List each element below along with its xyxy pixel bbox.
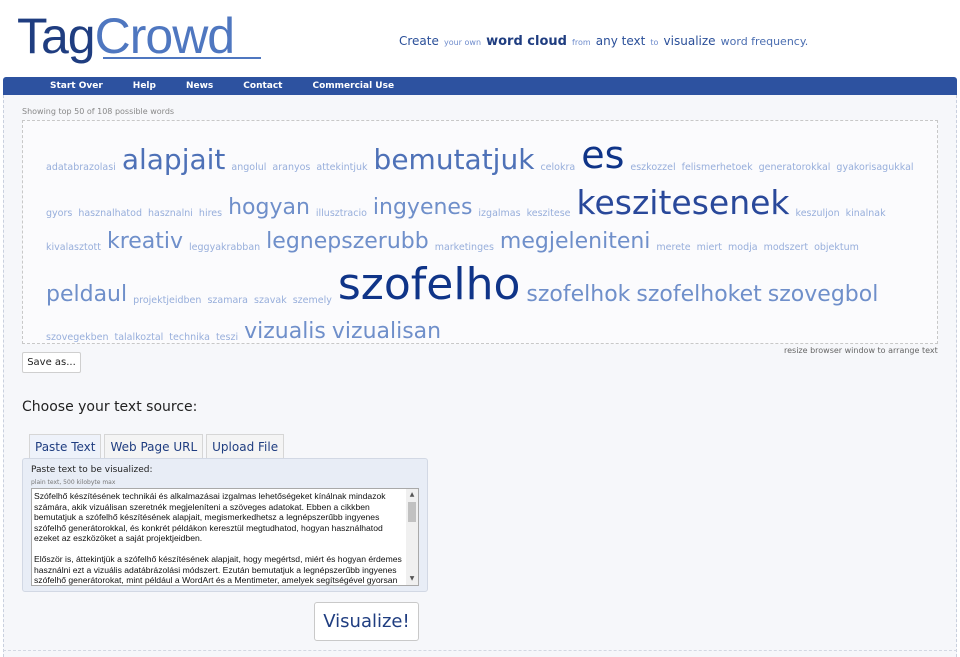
nav-news[interactable]: News bbox=[186, 81, 213, 91]
cloud-word[interactable]: felismerhetoek bbox=[682, 163, 753, 173]
cloud-word[interactable]: miert bbox=[697, 243, 722, 253]
textarea-scrollbar[interactable]: ▲ ▼ bbox=[406, 489, 418, 585]
source-tabs: Paste Text Web Page URL Upload File bbox=[29, 434, 287, 459]
tagline-word: visualize bbox=[663, 34, 716, 48]
tagline-word: word cloud bbox=[486, 34, 567, 49]
cloud-word[interactable]: generatorokkal bbox=[759, 163, 831, 173]
logo-crowd-text: Crowd bbox=[94, 8, 235, 64]
cloud-word[interactable]: attekintjuk bbox=[316, 163, 367, 173]
cloud-word[interactable]: szovegbol bbox=[768, 284, 879, 306]
tagline-word: to bbox=[650, 38, 659, 47]
cloud-word[interactable]: talalkoztal bbox=[115, 333, 164, 343]
cloud-word[interactable]: aranyos bbox=[272, 163, 310, 173]
paste-label: Paste text to be visualized: bbox=[31, 465, 153, 475]
cloud-word[interactable]: izgalmas bbox=[478, 209, 520, 219]
cloud-word[interactable]: gyakorisagukkal bbox=[836, 163, 913, 173]
tagline-word: any text bbox=[595, 34, 646, 48]
cloud-word[interactable]: illusztracio bbox=[316, 209, 367, 219]
cloud-word[interactable]: keszitesenek bbox=[577, 186, 790, 219]
cloud-word[interactable]: alapjait bbox=[122, 145, 226, 174]
tagline: Create your own word cloud from any text… bbox=[399, 30, 808, 49]
cloud-word[interactable]: keszitese bbox=[527, 209, 571, 219]
cloud-word[interactable]: leggyakrabban bbox=[189, 243, 260, 253]
cloud-word[interactable]: teszi bbox=[216, 333, 238, 343]
cloud-word[interactable]: kinalnak bbox=[846, 209, 886, 219]
logo-tag-text: Tag bbox=[17, 8, 96, 64]
cloud-word[interactable]: szofelhoket bbox=[636, 284, 761, 306]
cloud-word[interactable]: bemutatjuk bbox=[374, 145, 535, 174]
save-as-button[interactable]: Save as... bbox=[22, 352, 81, 373]
nav-contact[interactable]: Contact bbox=[243, 81, 282, 91]
cloud-word[interactable]: vizualisan bbox=[332, 320, 441, 343]
cloud-word[interactable]: es bbox=[581, 136, 624, 174]
cloud-word[interactable]: szovegekben bbox=[46, 333, 109, 343]
tab-upload-file[interactable]: Upload File bbox=[206, 434, 285, 459]
cloud-word[interactable]: adatabrazolasi bbox=[46, 163, 116, 173]
scroll-up-arrow-icon[interactable]: ▲ bbox=[408, 491, 416, 499]
cloud-word[interactable]: szemely bbox=[293, 296, 332, 306]
cloud-word[interactable]: szamara bbox=[207, 296, 248, 306]
cloud-word[interactable]: hasznalhatod bbox=[78, 209, 142, 219]
paste-sublabel: plain text, 500 kilobyte max bbox=[31, 479, 116, 486]
tagline-word: word frequency. bbox=[720, 35, 809, 48]
cloud-word[interactable]: merete bbox=[656, 243, 690, 253]
cloud-word[interactable]: ingyenes bbox=[373, 196, 473, 219]
tagline-word: your own bbox=[443, 38, 482, 47]
cloud-word[interactable]: modszert bbox=[764, 243, 809, 253]
bottom-divider bbox=[3, 650, 957, 651]
cloud-word[interactable]: szofelhok bbox=[526, 284, 630, 306]
paste-panel: Paste text to be visualized: plain text,… bbox=[22, 458, 428, 592]
tab-paste-text[interactable]: Paste Text bbox=[29, 434, 102, 459]
showing-count: Showing top 50 of 108 possible words bbox=[22, 107, 175, 116]
cloud-word[interactable]: eszkozzel bbox=[630, 163, 675, 173]
scroll-down-arrow-icon[interactable]: ▼ bbox=[408, 575, 416, 583]
main-nav: Start Over Help News Contact Commercial … bbox=[3, 77, 957, 95]
cloud-word[interactable]: keszuljon bbox=[796, 209, 840, 219]
cloud-word[interactable]: kivalasztott bbox=[46, 243, 101, 253]
cloud-word[interactable]: hires bbox=[199, 209, 222, 219]
cloud-word[interactable]: technika bbox=[169, 333, 210, 343]
cloud-word[interactable]: hogyan bbox=[228, 196, 310, 219]
cloud-word[interactable]: angolul bbox=[231, 163, 266, 173]
cloud-word[interactable]: legnepszerubb bbox=[266, 231, 429, 253]
nav-help[interactable]: Help bbox=[133, 81, 156, 91]
paste-text-area[interactable]: Szófelhő készítésének technikái és alkal… bbox=[31, 488, 419, 586]
scroll-thumb[interactable] bbox=[408, 502, 416, 522]
cloud-word[interactable]: peldaul bbox=[46, 284, 127, 306]
nav-start-over[interactable]: Start Over bbox=[50, 81, 103, 91]
cloud-word[interactable]: modja bbox=[728, 243, 758, 253]
cloud-word[interactable]: megjeleniteni bbox=[500, 231, 651, 253]
cloud-word[interactable]: szavak bbox=[254, 296, 287, 306]
cloud-word[interactable]: hasznalni bbox=[148, 209, 193, 219]
cloud-word[interactable]: projektjeidben bbox=[133, 296, 201, 306]
visualize-button[interactable]: Visualize! bbox=[314, 602, 419, 641]
cloud-word[interactable]: objektum bbox=[814, 243, 859, 253]
nav-commercial-use[interactable]: Commercial Use bbox=[313, 81, 395, 91]
cloud-word[interactable]: szofelho bbox=[338, 263, 521, 307]
cloud-word[interactable]: marketinges bbox=[435, 243, 494, 253]
tagline-word: Create bbox=[399, 34, 439, 48]
tagline-word: from bbox=[572, 38, 591, 47]
cloud-word[interactable]: gyors bbox=[46, 209, 72, 219]
tab-web-page-url[interactable]: Web Page URL bbox=[104, 434, 204, 459]
cloud-word[interactable]: vizualis bbox=[244, 320, 326, 343]
cloud-word[interactable]: celokra bbox=[540, 163, 575, 173]
header: TagCrowd Create your own word cloud from… bbox=[0, 0, 960, 78]
cloud-word[interactable]: kreativ bbox=[107, 231, 183, 253]
resize-note: resize browser window to arrange text bbox=[784, 346, 938, 355]
logo-underline bbox=[103, 57, 261, 59]
choose-source-heading: Choose your text source: bbox=[22, 399, 198, 415]
